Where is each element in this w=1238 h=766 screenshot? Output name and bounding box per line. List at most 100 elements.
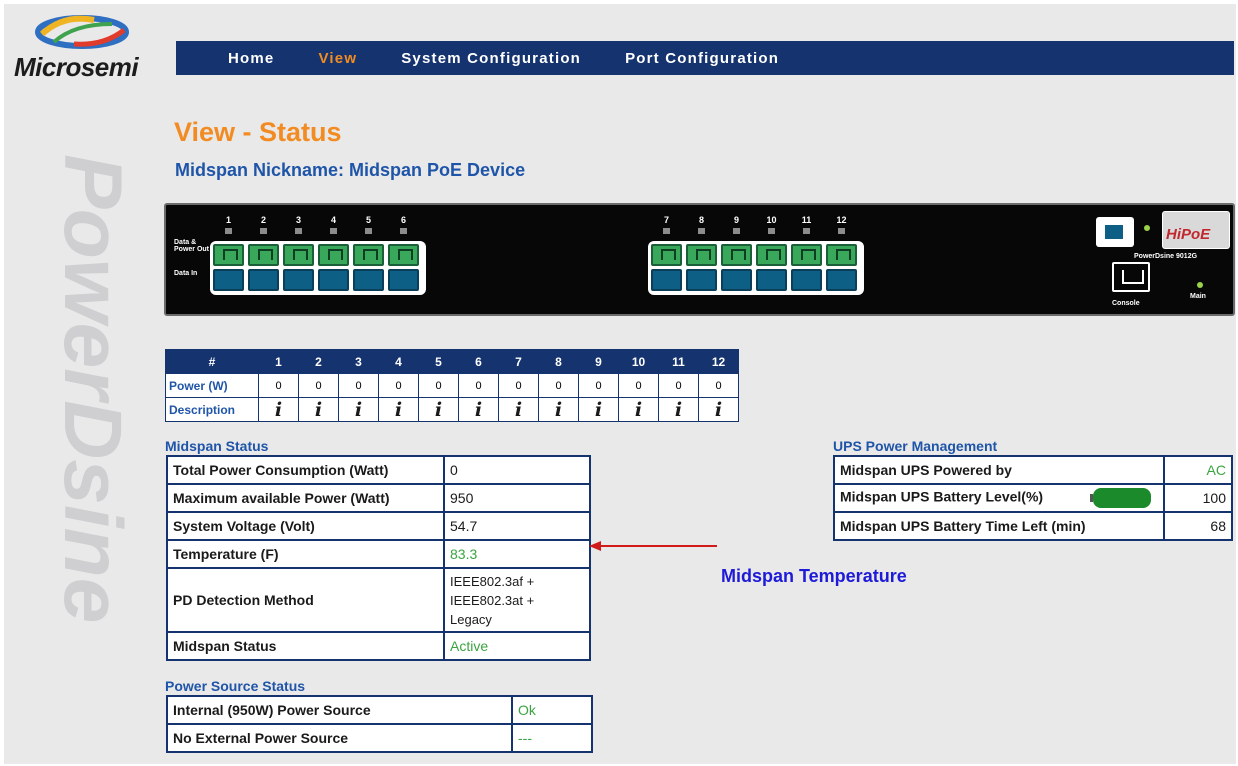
port-header-cell: 5 <box>418 349 459 374</box>
pd-detection-label: PD Detection Method <box>166 567 445 633</box>
external-power-source-label: No External Power Source <box>166 723 513 753</box>
nav-system-configuration[interactable]: System Configuration <box>401 50 581 67</box>
device-port-number: 7 <box>649 215 684 234</box>
device-port <box>686 244 717 292</box>
temperature-label: Temperature (F) <box>166 539 445 569</box>
info-icon[interactable]: i <box>355 399 362 421</box>
data-in-port-icon <box>248 269 279 291</box>
poe-port-icon <box>791 244 822 266</box>
data-in-port-icon <box>651 269 682 291</box>
port-header-cell: 1 <box>258 349 299 374</box>
port-header-cell: 8 <box>538 349 579 374</box>
main-label: Main <box>1190 293 1206 300</box>
nav-view[interactable]: View <box>318 50 357 67</box>
port-power-cell: 0 <box>258 373 299 398</box>
device-port-number-text: 12 <box>836 215 847 225</box>
info-icon[interactable]: i <box>515 399 522 421</box>
port-header-cell: 10 <box>618 349 659 374</box>
data-in-port-icon <box>388 269 419 291</box>
port-header-cell: 12 <box>698 349 739 374</box>
info-icon[interactable]: i <box>275 399 282 421</box>
info-icon[interactable]: i <box>635 399 642 421</box>
pd-detection-line: IEEE802.3at + <box>450 592 535 608</box>
table-row: PD Detection Method IEEE802.3af + IEEE80… <box>166 567 591 633</box>
battery-icon <box>1089 488 1151 508</box>
midspan-status-title: Midspan Status <box>165 438 269 454</box>
port-description-cell: i <box>418 397 459 422</box>
system-voltage-value: 54.7 <box>443 511 591 541</box>
info-icon[interactable]: i <box>675 399 682 421</box>
poe-port-icon <box>721 244 752 266</box>
port-power-cell: 0 <box>458 373 499 398</box>
port-led <box>330 228 337 234</box>
device-port-number: 8 <box>684 215 719 234</box>
main-nav: Home View System Configuration Port Conf… <box>176 41 1234 75</box>
port-power-cell: 0 <box>658 373 699 398</box>
info-icon[interactable]: i <box>435 399 442 421</box>
port-power-cell: 0 <box>498 373 539 398</box>
port-header-cell: 3 <box>338 349 379 374</box>
device-port-number: 10 <box>754 215 789 234</box>
info-icon[interactable]: i <box>315 399 322 421</box>
device-port <box>721 244 752 292</box>
info-icon[interactable]: i <box>395 399 402 421</box>
hipoe-badge-text: HiPoE <box>1166 226 1211 243</box>
max-power-value: 950 <box>443 483 591 513</box>
power-row-label: Power (W) <box>165 373 259 398</box>
port-header-hash: # <box>165 349 259 374</box>
port-header-cell: 4 <box>378 349 419 374</box>
device-port <box>388 244 419 292</box>
ups-title: UPS Power Management <box>833 438 998 454</box>
port-description-cell: i <box>298 397 339 422</box>
device-port-number-text: 6 <box>400 215 406 225</box>
port-description-cell: i <box>578 397 619 422</box>
info-icon[interactable]: i <box>595 399 602 421</box>
model-label: PowerDsine 9012G <box>1134 253 1198 260</box>
hipoe-badge: HiPoE <box>1162 211 1230 249</box>
device-front-panel: Data & Power Out Data In 123456 7 8 9 10 11 1… <box>164 203 1235 316</box>
port-led <box>698 228 705 234</box>
device-port-number: 3 <box>281 215 316 234</box>
info-icon[interactable]: i <box>715 399 722 421</box>
device-port <box>213 244 244 292</box>
ups-time-left-label: Midspan UPS Battery Time Left (min) <box>833 511 1165 541</box>
poe-port-icon <box>318 244 349 266</box>
ups-powered-by-value: AC <box>1163 455 1233 485</box>
poe-port-icon <box>686 244 717 266</box>
device-port-number-text: 1 <box>225 215 231 225</box>
port-led <box>400 228 407 234</box>
page-title: View - Status <box>174 117 342 147</box>
watermark: PowerDsine <box>47 154 138 623</box>
port-power-cell: 0 <box>378 373 419 398</box>
nav-port-configuration[interactable]: Port Configuration <box>625 50 779 67</box>
info-icon[interactable]: i <box>555 399 562 421</box>
device-port-number-text: 5 <box>365 215 371 225</box>
data-in-port-icon <box>756 269 787 291</box>
port-description-cell: i <box>498 397 539 422</box>
port-power-cell: 0 <box>418 373 459 398</box>
port-description-cell: i <box>618 397 659 422</box>
info-icon[interactable]: i <box>475 399 482 421</box>
table-row: Midspan UPS Powered by AC <box>833 455 1233 485</box>
nav-home[interactable]: Home <box>228 50 274 67</box>
device-port-number-text: 11 <box>801 215 812 225</box>
port-table: # 1 2 3 4 5 6 7 8 9 10 11 12 Power (W) 000000000000… <box>165 349 739 422</box>
device-port <box>283 244 314 292</box>
system-voltage-label: System Voltage (Volt) <box>166 511 445 541</box>
external-power-source-value: --- <box>511 723 593 753</box>
poe-port-icon <box>826 244 857 266</box>
device-port-number: 5 <box>351 215 386 234</box>
device-port-number-text: 3 <box>295 215 301 225</box>
port-header-cell: 7 <box>498 349 539 374</box>
poe-port-icon <box>213 244 244 266</box>
temperature-value: 83.3 <box>443 539 591 569</box>
port-power-cell: 0 <box>578 373 619 398</box>
total-power-value: 0 <box>443 455 591 485</box>
port-led <box>768 228 775 234</box>
description-row-label: Description <box>165 397 259 422</box>
table-row: Midspan Status Active <box>166 631 591 661</box>
device-port-number-text: 7 <box>663 215 669 225</box>
port-description-cell: i <box>458 397 499 422</box>
device-port-number: 12 <box>824 215 859 234</box>
device-port <box>651 244 682 292</box>
